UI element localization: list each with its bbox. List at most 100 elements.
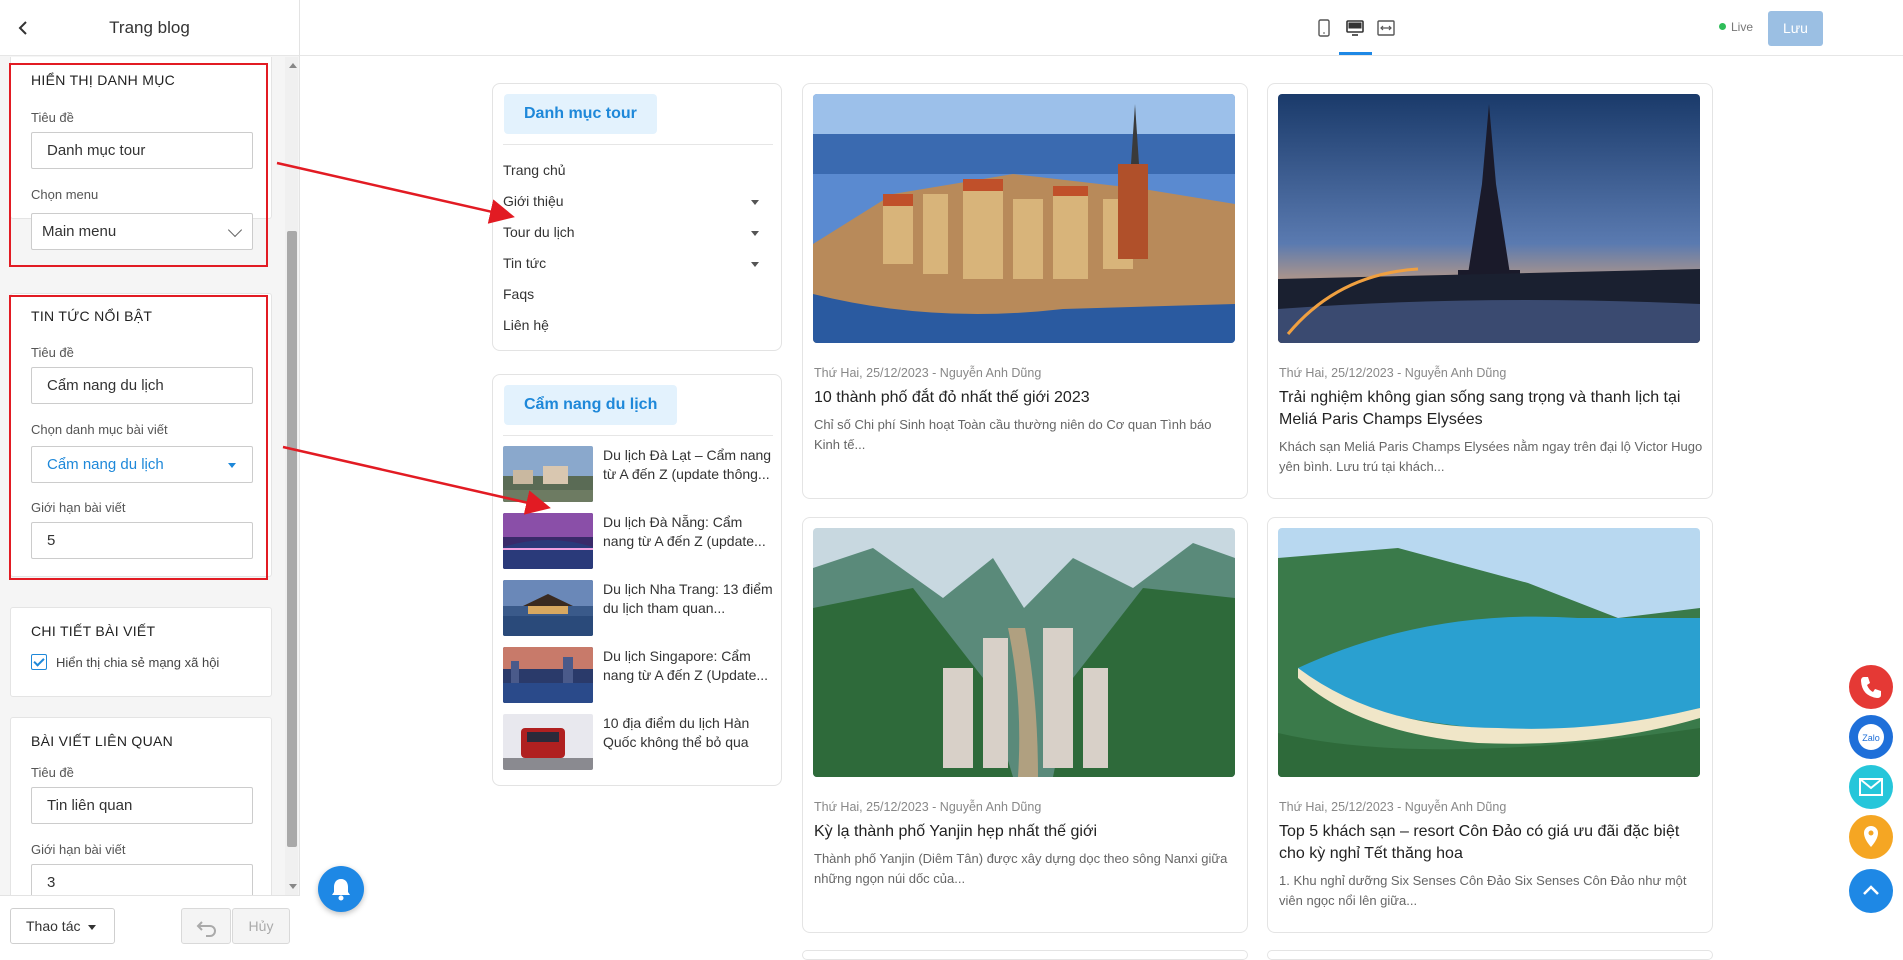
actions-label: Thao tác [26, 918, 81, 934]
news-thumbnail [503, 580, 593, 636]
scroll-up-icon[interactable] [289, 63, 297, 68]
caret-down-icon[interactable] [751, 200, 759, 205]
post-detail-card: CHI TIẾT BÀI VIẾT Hiển thị chia sẻ mạng … [10, 607, 272, 697]
scrollbar-thumb[interactable] [287, 231, 297, 847]
caret-down-icon[interactable] [751, 262, 759, 267]
zalo-icon: Zalo [1858, 724, 1884, 750]
post-excerpt: 1. Khu nghỉ dưỡng Six Senses Côn Đảo Six… [1279, 873, 1687, 908]
scroll-down-icon[interactable] [289, 884, 297, 889]
post-image [813, 528, 1235, 777]
location-button[interactable] [1849, 815, 1893, 859]
related-title-input[interactable]: Tin liên quan [31, 787, 253, 824]
widget-title: Cẩm nang du lịch [504, 385, 678, 425]
mail-button[interactable] [1849, 765, 1893, 809]
zalo-button[interactable]: Zalo [1849, 715, 1893, 759]
active-device-indicator [1339, 52, 1372, 55]
share-label: Hiển thị chia sẻ mạng xã hội [56, 655, 220, 670]
post-excerpt: Thành phố Yanjin (Diêm Tân) được xây dựn… [814, 851, 1228, 886]
location-icon [1864, 826, 1878, 847]
category-menu-widget: Danh mục tour Trang chủ Giới thiệu Tour … [492, 83, 782, 351]
post-meta: Thứ Hai, 25/12/2023 - Nguyễn Anh Dũng [814, 366, 1042, 380]
post-image [1278, 94, 1700, 343]
post-title[interactable]: 10 thành phố đắt đỏ nhất thế giới 2023 [814, 387, 1239, 409]
news-item[interactable]: Du lịch Đà Lạt – Cẩm nang từ A đến Z (up… [503, 446, 773, 502]
mail-icon [1859, 778, 1883, 796]
post-meta: Thứ Hai, 25/12/2023 - Nguyễn Anh Dũng [1279, 366, 1507, 380]
post-excerpt: Chỉ số Chi phí Sinh hoạt Toàn cầu thường… [814, 417, 1212, 452]
post-image [1278, 528, 1700, 777]
section-heading: BÀI VIẾT LIÊN QUAN [31, 733, 174, 749]
notification-bell-button[interactable] [318, 866, 364, 912]
news-title: Du lịch Đà Lạt – Cẩm nang từ A đến Z (up… [603, 447, 772, 482]
phone-button[interactable] [1849, 665, 1893, 709]
post-meta: Thứ Hai, 25/12/2023 - Nguyễn Anh Dũng [1279, 800, 1507, 814]
save-button[interactable]: Lưu [1768, 11, 1823, 46]
news-item[interactable]: Du lịch Nha Trang: 13 điểm du lịch tham … [503, 580, 773, 636]
news-thumbnail [503, 513, 593, 569]
field-label: Tiêu đề [31, 765, 74, 780]
panel-title: Trang blog [109, 17, 190, 37]
divider [503, 435, 773, 436]
desktop-icon[interactable] [1345, 18, 1365, 38]
panel-header: Trang blog [0, 0, 299, 56]
post-title[interactable]: Top 5 khách sạn – resort Côn Đảo có giá … [1279, 821, 1704, 865]
divider [503, 144, 773, 145]
menu-item[interactable]: Tin tức [503, 255, 546, 271]
live-status: Live [1719, 20, 1753, 34]
related-posts-card: BÀI VIẾT LIÊN QUAN Tiêu đề Tin liên quan… [10, 717, 272, 895]
cancel-button[interactable]: Hủy [232, 908, 290, 944]
panel-footer: Thao tác Hủy [0, 895, 300, 952]
actions-button[interactable]: Thao tác [10, 908, 115, 944]
undo-button[interactable] [181, 908, 231, 944]
news-item[interactable]: Du lịch Đà Nẵng: Cẩm nang từ A đến Z (up… [503, 513, 773, 569]
widget-title: Danh mục tour [504, 94, 657, 134]
back-arrow-icon[interactable] [14, 18, 34, 38]
news-title: Du lịch Singapore: Cẩm nang từ A đến Z (… [603, 648, 769, 683]
post-title[interactable]: Kỳ lạ thành phố Yanjin hẹp nhất thế giới [814, 821, 1239, 843]
section-heading: CHI TIẾT BÀI VIẾT [31, 623, 156, 639]
caret-down-icon [88, 925, 96, 930]
live-label: Live [1731, 20, 1754, 34]
post-card[interactable]: Thứ Hai, 25/12/2023 - Nguyễn Anh Dũng To… [1267, 517, 1713, 933]
scroll-top-icon [1863, 885, 1879, 895]
post-excerpt: Khách sạn Meliá Paris Champs Elysées nằm… [1279, 439, 1703, 474]
bell-icon [332, 879, 350, 901]
post-title[interactable]: Trải nghiệm không gian sống sang trọng v… [1279, 387, 1704, 431]
related-limit-input[interactable]: 3 [31, 864, 253, 895]
preview-toolbar: Live Lưu [300, 0, 1903, 56]
post-card[interactable]: Thứ Hai, 25/12/2023 - Nguyễn Anh Dũng 10… [802, 83, 1248, 499]
menu-item[interactable]: Giới thiệu [503, 193, 564, 209]
svg-text:Zalo: Zalo [1862, 733, 1880, 743]
caret-down-icon[interactable] [751, 231, 759, 236]
news-item[interactable]: Du lịch Singapore: Cẩm nang từ A đến Z (… [503, 647, 773, 703]
menu-item[interactable]: Trang chủ [503, 162, 566, 178]
news-thumbnail [503, 647, 593, 703]
featured-news-widget: Cẩm nang du lịch Du lịch Đà Lạt – Cẩm na… [492, 374, 782, 786]
news-title: Du lịch Đà Nẵng: Cẩm nang từ A đến Z (up… [603, 514, 766, 549]
field-label: Giới hạn bài viết [31, 842, 126, 857]
news-item[interactable]: 10 địa điểm du lịch Hàn Quốc không thể b… [503, 714, 773, 770]
mobile-icon[interactable] [1314, 18, 1334, 38]
post-image [813, 94, 1235, 343]
news-title: Du lịch Nha Trang: 13 điểm du lịch tham … [603, 581, 773, 616]
menu-item[interactable]: Faqs [503, 286, 534, 302]
settings-scroll-area: HIỂN THỊ DANH MỤC Tiêu đề Danh mục tour … [0, 57, 285, 895]
news-thumbnail [503, 446, 593, 502]
news-title: 10 địa điểm du lịch Hàn Quốc không thể b… [603, 715, 750, 750]
highlight-box [9, 295, 268, 580]
post-card[interactable]: Thứ Hai, 25/12/2023 - Nguyễn Anh Dũng Tr… [1267, 83, 1713, 499]
share-checkbox[interactable] [31, 654, 47, 670]
scroll-top-button[interactable] [1849, 869, 1893, 913]
annotation-arrow [276, 161, 515, 224]
news-thumbnail [503, 714, 593, 770]
fullwidth-icon[interactable] [1376, 18, 1396, 38]
undo-icon [196, 921, 216, 937]
post-card[interactable]: Thứ Hai, 25/12/2023 - Nguyễn Anh Dũng Kỳ… [802, 517, 1248, 933]
highlight-box [9, 63, 268, 267]
post-meta: Thứ Hai, 25/12/2023 - Nguyễn Anh Dũng [814, 800, 1042, 814]
menu-item[interactable]: Tour du lịch [503, 224, 575, 240]
settings-panel: Trang blog HIỂN THỊ DANH MỤC Tiêu đề Dan… [0, 0, 300, 952]
live-dot-icon [1719, 23, 1726, 30]
menu-item[interactable]: Liên hệ [503, 317, 549, 333]
panel-scrollbar[interactable] [285, 57, 298, 895]
